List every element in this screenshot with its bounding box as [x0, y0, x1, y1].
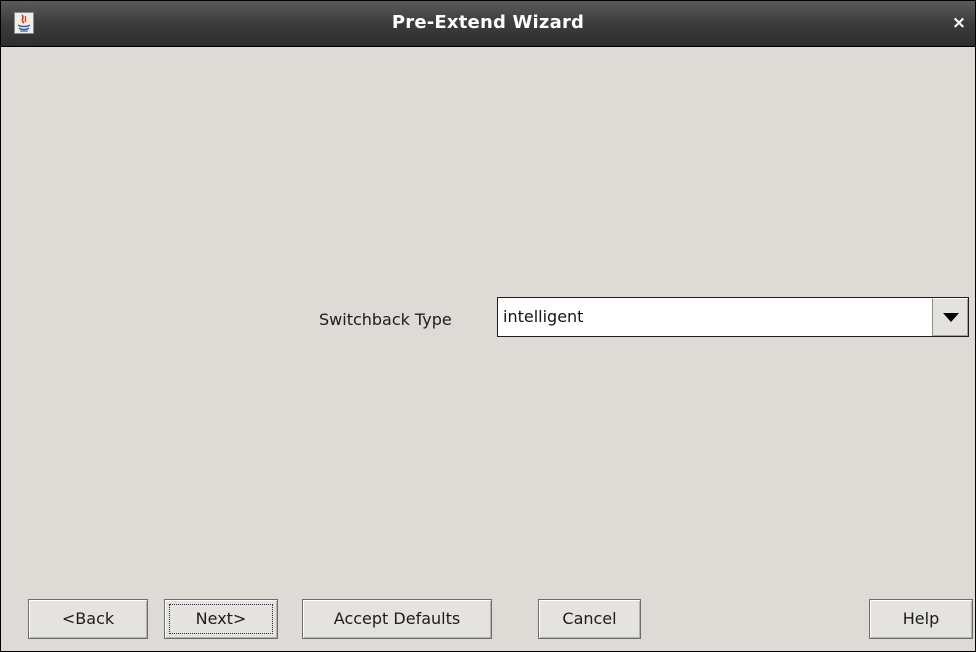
- cancel-button[interactable]: Cancel: [538, 599, 641, 639]
- switchback-type-select[interactable]: intelligent: [497, 297, 969, 337]
- chevron-down-icon: [943, 313, 959, 322]
- wizard-content: Switchback Type intelligent <Back Next> …: [9, 47, 973, 647]
- wizard-window: Pre-Extend Wizard × Switchback Type inte…: [0, 0, 976, 652]
- next-button[interactable]: Next>: [164, 599, 278, 639]
- next-button-label: Next>: [169, 604, 273, 634]
- back-button[interactable]: <Back: [28, 599, 148, 639]
- close-icon[interactable]: ×: [947, 9, 971, 37]
- dropdown-arrow-button[interactable]: [932, 298, 968, 336]
- accept-defaults-button[interactable]: Accept Defaults: [302, 599, 492, 639]
- title-bar[interactable]: Pre-Extend Wizard ×: [1, 1, 975, 47]
- switchback-type-value: intelligent: [503, 307, 584, 326]
- window-title: Pre-Extend Wizard: [391, 12, 585, 33]
- help-button[interactable]: Help: [869, 599, 973, 639]
- switchback-type-label: Switchback Type: [319, 310, 452, 329]
